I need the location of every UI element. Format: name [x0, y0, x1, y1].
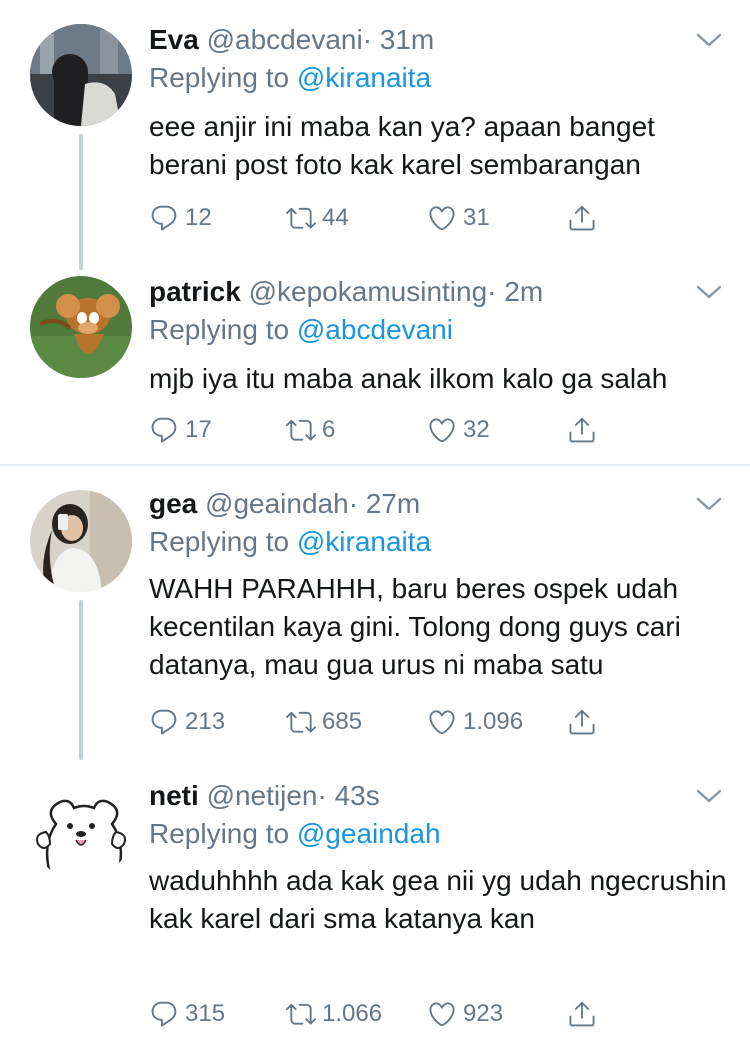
retweet-icon	[286, 415, 316, 445]
chevron-down-icon[interactable]	[694, 30, 724, 50]
tweet[interactable]: neti @netijen· 43s Replying to @geaindah…	[0, 758, 750, 1042]
tweet-text: waduhhhh ada kak gea nii yg udah ngecrus…	[149, 865, 727, 934]
replying-to-label: Replying to	[149, 526, 297, 557]
mention-link[interactable]: @geaindah	[297, 818, 441, 849]
retweet-count: 44	[322, 204, 349, 231]
retweet-icon	[286, 203, 316, 233]
replying-to: Replying to @geaindah	[149, 816, 441, 852]
reply-bubble-icon	[149, 707, 179, 737]
reply-count: 213	[185, 708, 226, 735]
tweet-actions: 12 44 31	[149, 200, 609, 236]
user-handle[interactable]: @kepokamusinting	[249, 276, 488, 307]
mention-link[interactable]: @kiranaita	[297, 62, 431, 93]
like-button[interactable]: 1.096	[427, 704, 523, 740]
chevron-down-icon[interactable]	[694, 282, 724, 302]
like-count: 923	[463, 1000, 504, 1027]
retweet-icon	[286, 999, 316, 1029]
replying-to: Replying to @kiranaita	[149, 60, 431, 96]
timestamp[interactable]: · 2m	[487, 276, 543, 307]
timestamp[interactable]: · 27m	[349, 488, 421, 519]
retweet-button[interactable]: 685	[286, 704, 362, 740]
display-name[interactable]: gea	[149, 488, 197, 519]
reply-button[interactable]: 315	[149, 996, 225, 1032]
share-button[interactable]	[567, 704, 603, 740]
reply-bubble-icon	[149, 999, 179, 1029]
share-button[interactable]	[567, 200, 603, 236]
avatar[interactable]	[30, 490, 132, 592]
share-button[interactable]	[567, 412, 603, 448]
reply-bubble-icon	[149, 415, 179, 445]
replying-to-label: Replying to	[149, 62, 297, 93]
reply-button[interactable]: 12	[149, 200, 212, 236]
share-icon	[567, 415, 597, 445]
tweet-actions: 17 6 32	[149, 412, 609, 448]
retweet-count: 1.066	[322, 1000, 383, 1027]
timestamp[interactable]: · 43s	[318, 780, 380, 811]
tweet-text: eee anjir ini maba kan ya? apaan banget …	[149, 111, 655, 180]
display-name[interactable]: Eva	[149, 24, 199, 55]
heart-icon	[427, 707, 457, 737]
heart-icon	[427, 203, 457, 233]
tweet-header: neti @netijen· 43s	[149, 778, 380, 814]
like-count: 32	[463, 416, 490, 443]
like-count: 31	[463, 204, 490, 231]
mention-link[interactable]: @kiranaita	[297, 526, 431, 557]
share-icon	[567, 707, 597, 737]
heart-icon	[427, 999, 457, 1029]
tweet-header: Eva @abcdevani· 31m	[149, 22, 434, 58]
replying-to-label: Replying to	[149, 818, 297, 849]
retweet-count: 685	[322, 708, 363, 735]
avatar[interactable]	[30, 24, 132, 126]
tweet-text: WAHH PARAHHH, baru beres ospek udah kece…	[149, 573, 681, 680]
avatar[interactable]	[30, 778, 132, 880]
tweet-actions: 315 1.066 923	[149, 996, 609, 1032]
retweet-button[interactable]: 1.066	[286, 996, 382, 1032]
share-icon	[567, 999, 597, 1029]
like-button[interactable]: 32	[427, 412, 490, 448]
retweet-button[interactable]: 6	[286, 412, 335, 448]
user-handle[interactable]: @netijen	[207, 780, 318, 811]
replying-to: Replying to @kiranaita	[149, 524, 431, 560]
retweet-button[interactable]: 44	[286, 200, 349, 236]
tweet-actions: 213 685 1.096	[149, 704, 609, 740]
chevron-down-icon[interactable]	[694, 786, 724, 806]
mention-link[interactable]: @abcdevani	[297, 314, 453, 345]
share-icon	[567, 203, 597, 233]
reply-count: 12	[185, 204, 212, 231]
replying-to: Replying to @abcdevani	[149, 312, 453, 348]
replying-to-label: Replying to	[149, 314, 297, 345]
retweet-count: 6	[322, 416, 336, 443]
tweet-header: patrick @kepokamusinting· 2m	[149, 274, 543, 310]
display-name[interactable]: patrick	[149, 276, 241, 307]
like-count: 1.096	[463, 708, 524, 735]
reply-button[interactable]: 17	[149, 412, 212, 448]
heart-icon	[427, 415, 457, 445]
share-button[interactable]	[567, 996, 603, 1032]
user-handle[interactable]: @geaindah	[205, 488, 349, 519]
reply-count: 315	[185, 1000, 226, 1027]
reply-button[interactable]: 213	[149, 704, 225, 740]
tweet[interactable]: gea @geaindah· 27m Replying to @kiranait…	[0, 466, 750, 758]
tweet-text: mjb iya itu maba anak ilkom kalo ga sala…	[149, 363, 668, 394]
timestamp[interactable]: · 31m	[363, 24, 435, 55]
tweet[interactable]: Eva @abcdevani· 31m Replying to @kiranai…	[0, 0, 750, 260]
tweet-header: gea @geaindah· 27m	[149, 486, 420, 522]
avatar[interactable]	[30, 276, 132, 378]
user-handle[interactable]: @abcdevani	[207, 24, 363, 55]
like-button[interactable]: 923	[427, 996, 503, 1032]
retweet-icon	[286, 707, 316, 737]
reply-bubble-icon	[149, 203, 179, 233]
like-button[interactable]: 31	[427, 200, 490, 236]
display-name[interactable]: neti	[149, 780, 199, 811]
chevron-down-icon[interactable]	[694, 494, 724, 514]
tweet[interactable]: patrick @kepokamusinting· 2m Replying to…	[0, 260, 750, 464]
reply-count: 17	[185, 416, 212, 443]
